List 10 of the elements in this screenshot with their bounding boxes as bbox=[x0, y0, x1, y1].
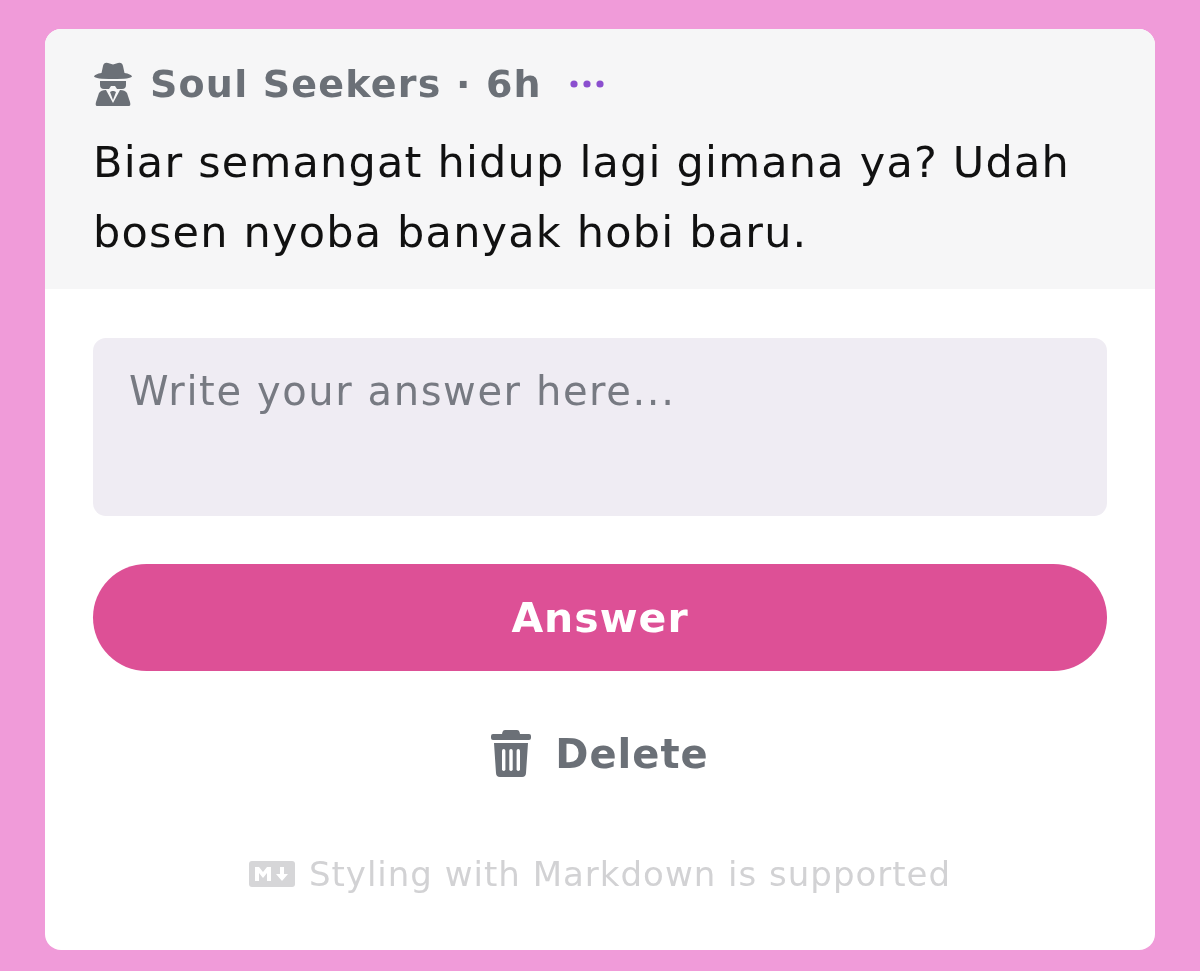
incognito-icon bbox=[93, 62, 133, 106]
more-button[interactable] bbox=[569, 80, 604, 88]
question-text: Biar semangat hidup lagi gimana ya? Udah bosen nyoba banyak hobi baru. bbox=[93, 136, 1071, 259]
more-icon bbox=[569, 80, 604, 88]
answer-field[interactable]: Write your answer here... bbox=[93, 338, 1107, 516]
trash-icon bbox=[491, 730, 532, 777]
author-and-time: Soul Seekers · 6h bbox=[150, 62, 542, 106]
markdown-icon bbox=[248, 861, 295, 887]
answer-button[interactable]: Answer bbox=[93, 564, 1107, 671]
delete-button[interactable]: Delete bbox=[491, 730, 709, 777]
